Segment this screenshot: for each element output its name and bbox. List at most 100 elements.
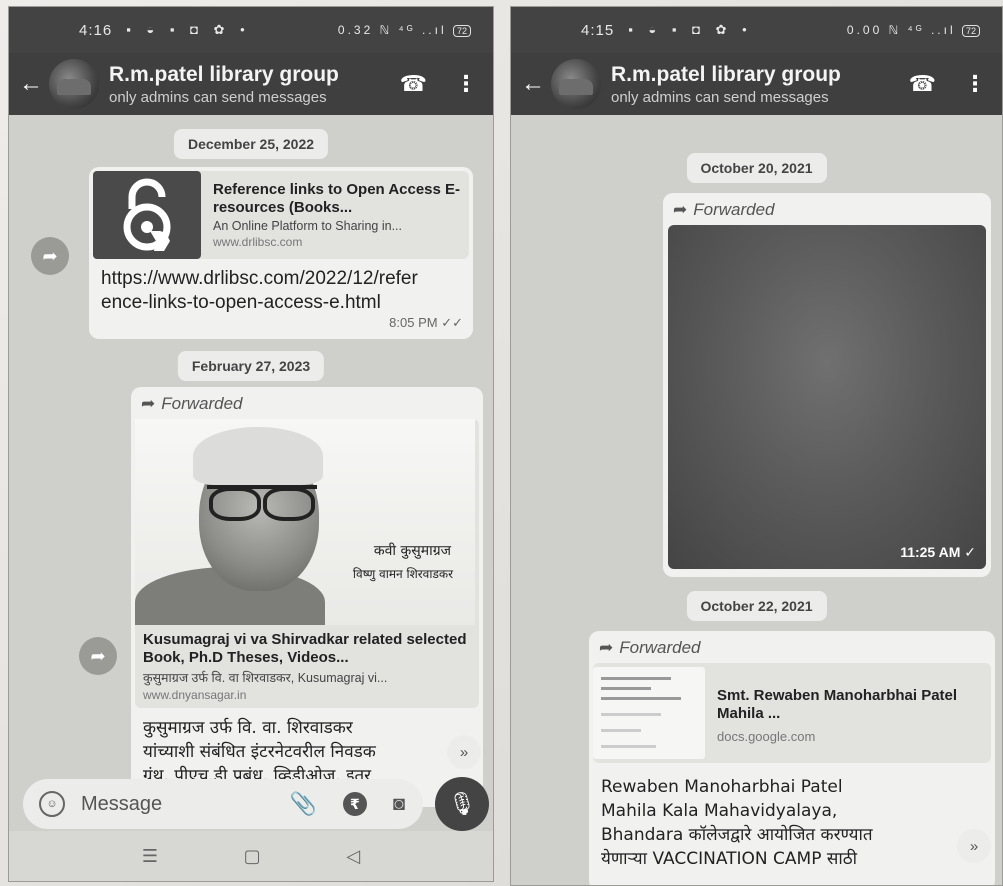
message-input-bar[interactable]: ☺ Message 📎 ₹ ◙ (23, 779, 423, 829)
message-timestamp: 8:05 PM ✓✓ (389, 315, 463, 331)
message-time: 8:05 PM (389, 315, 438, 330)
forwarded-text: Forwarded (693, 200, 775, 219)
share-icon[interactable]: ➦ (31, 237, 69, 275)
emoji-icon[interactable]: ☺ (39, 791, 65, 817)
message-bubble[interactable]: ➦ Forwarded कवी कुसुमाग्रज विष्णु वामन शि… (131, 387, 483, 807)
mic-button[interactable]: 🎙 (435, 777, 489, 831)
battery-icon: 72 (452, 25, 471, 37)
open-access-logo (93, 171, 201, 259)
group-subtitle: only admins can send messages (109, 88, 327, 106)
link-description: कुसुमाग्रज उर्फ वि. वा शिरवाडकर, Kusumag… (143, 671, 388, 685)
message-line: यांच्याशी संबंधित इंटरनेटवरील निवडक (143, 742, 376, 762)
more-options-icon[interactable]: ⋮ (964, 71, 986, 97)
group-info[interactable]: R.m.patel library group only admins can … (109, 63, 339, 106)
open-access-icon (123, 178, 171, 251)
link-preview[interactable]: Reference links to Open Access E-resourc… (93, 171, 469, 259)
sent-tick-icon: ✓ (964, 544, 976, 560)
status-bar: 4:16 ▪ ◒ ▪ ◘ ✿ • 0.32 ℕ ⁴ᴳ ..ıl 72 (9, 7, 493, 53)
status-bar: 4:15 ▪ ◒ ▪ ◘ ✿ • 0.00 ℕ ⁴ᴳ ..ıl 72 (511, 7, 1002, 53)
link-preview[interactable]: कवी कुसुमाग्रज विष्णु वामन शिरवाडकर Kusu… (135, 419, 479, 708)
forwarded-label: ➦ Forwarded (131, 387, 483, 419)
chat-header: ← R.m.patel library group only admins ca… (9, 53, 493, 115)
signal-icons: 0.00 ℕ ⁴ᴳ ..ıl 72 (847, 23, 980, 37)
date-divider: October 20, 2021 (686, 153, 827, 183)
date-divider: October 22, 2021 (686, 591, 827, 621)
attach-icon[interactable]: 📎 (290, 791, 317, 817)
message-line: कुसुमाग्रज उर्फ वि. वा. शिरवाडकर (143, 718, 353, 738)
chat-area[interactable]: December 25, 2022 ➦ Reference links to O… (9, 115, 493, 881)
forwarded-label: ➦ Forwarded (663, 193, 991, 225)
scroll-down-icon[interactable]: » (447, 735, 481, 769)
image-caption: कवी कुसुमाग्रज (373, 543, 451, 559)
message-link-text[interactable]: https://www.drlibsc.com/2022/12/referenc… (89, 263, 439, 315)
portrait-glasses (207, 485, 317, 521)
message-bubble[interactable]: ➦ Forwarded Smt. Rewaben Manoharbhai Pate… (589, 631, 995, 885)
preview-image: कवी कुसुमाग्रज विष्णु वामन शिरवाडकर (135, 419, 475, 625)
notification-icons: ▪ ◒ ▪ ◘ ✿ • (126, 22, 251, 37)
link-description: An Online Platform to Sharing in... (213, 219, 402, 233)
camera-icon[interactable]: ◙ (393, 793, 405, 816)
message-bubble[interactable]: ➦ Forwarded 11:25 AM ✓ (663, 193, 991, 577)
message-line: येणाऱ्या VACCINATION CAMP साठी (601, 849, 858, 869)
status-time: 4:16 (79, 21, 113, 39)
group-avatar[interactable] (551, 59, 601, 109)
recent-apps-icon[interactable]: ☰ (142, 846, 158, 867)
message-line: Rewaben Manoharbhai Patel (601, 777, 843, 797)
scroll-down-icon[interactable]: » (957, 829, 991, 863)
notification-icons: ▪ ◒ ▪ ◘ ✿ • (628, 22, 753, 37)
system-nav-bar: ☰ ▢ ◁ (9, 831, 493, 881)
message-line: Mahila Kala Mahavidyalaya, (601, 801, 838, 821)
back-arrow-icon[interactable]: ← (521, 70, 545, 98)
group-subtitle: only admins can send messages (611, 88, 829, 106)
message-line: Bhandara कॉलेजद्वारे आयोजित करण्यात (601, 825, 873, 845)
signal-icons: 0.32 ℕ ⁴ᴳ ..ıl 72 (338, 23, 471, 37)
message-bubble[interactable]: Reference links to Open Access E-resourc… (89, 167, 473, 339)
read-ticks-icon: ✓✓ (441, 315, 463, 330)
message-timestamp: 11:25 AM ✓ (900, 544, 976, 561)
chat-header: ← R.m.patel library group only admins ca… (511, 53, 1002, 115)
more-options-icon[interactable]: ⋮ (455, 71, 477, 97)
forwarded-icon: ➦ (673, 200, 688, 219)
message-text[interactable]: Rewaben Manoharbhai Patel Mahila Kala Ma… (589, 763, 995, 883)
link-title: Smt. Rewaben Manoharbhai Patel Mahila ..… (717, 686, 958, 722)
battery-icon: 72 (961, 25, 980, 37)
forwarded-text: Forwarded (619, 638, 701, 657)
link-title: Reference links to Open Access E-resourc… (213, 181, 461, 216)
photo-background: 4:16 ▪ ◒ ▪ ◘ ✿ • 0.32 ℕ ⁴ᴳ ..ıl 72 ← R.m… (0, 0, 1003, 886)
chat-area[interactable]: October 20, 2021 ➦ Forwarded 11:25 AM ✓ O… (511, 115, 1002, 885)
phone-screen-right: 4:15 ▪ ◒ ▪ ◘ ✿ • 0.00 ℕ ⁴ᴳ ..ıl 72 ← R.m… (510, 6, 1003, 886)
home-icon[interactable]: ▢ (244, 846, 261, 867)
media-thumbnail[interactable]: 11:25 AM ✓ (668, 225, 986, 569)
payment-icon[interactable]: ₹ (342, 792, 367, 816)
forwarded-icon: ➦ (141, 394, 156, 413)
message-input[interactable]: Message (81, 793, 162, 816)
network-text: 0.32 ℕ ⁴ᴳ ..ıl (337, 23, 447, 37)
mic-icon: 🎙 (448, 791, 476, 816)
forwarded-label: ➦ Forwarded (589, 631, 995, 663)
network-text: 0.00 ℕ ⁴ᴳ ..ıl (846, 23, 956, 37)
forwarded-text: Forwarded (161, 394, 243, 413)
phone-screen-left: 4:16 ▪ ◒ ▪ ◘ ✿ • 0.32 ℕ ⁴ᴳ ..ıl 72 ← R.m… (8, 6, 494, 882)
group-name: R.m.patel library group (611, 62, 841, 86)
add-call-icon[interactable]: ☎ (909, 71, 936, 97)
link-domain: www.drlibsc.com (213, 235, 303, 249)
link-title: Kusumagraj vi va Shirvadkar related sele… (143, 631, 467, 666)
group-info[interactable]: R.m.patel library group only admins can … (611, 63, 841, 106)
date-divider: December 25, 2022 (173, 129, 329, 159)
add-call-icon[interactable]: ☎ (400, 71, 427, 97)
message-time: 11:25 AM (900, 544, 961, 560)
back-nav-icon[interactable]: ◁ (346, 846, 360, 867)
group-name: R.m.patel library group (109, 62, 339, 86)
image-caption: विष्णु वामन शिरवाडकर (352, 567, 453, 581)
status-time: 4:15 (581, 21, 615, 39)
date-divider: February 27, 2023 (177, 351, 325, 381)
back-arrow-icon[interactable]: ← (19, 70, 43, 98)
link-domain: www.dnyansagar.in (143, 688, 247, 702)
forwarded-icon: ➦ (599, 638, 614, 657)
share-icon[interactable]: ➦ (79, 637, 117, 675)
document-thumbnail (593, 667, 705, 759)
group-avatar[interactable] (49, 59, 99, 109)
portrait-hair (193, 427, 323, 485)
link-domain: docs.google.com (717, 728, 816, 744)
link-preview[interactable]: Smt. Rewaben Manoharbhai Patel Mahila ..… (593, 663, 991, 763)
